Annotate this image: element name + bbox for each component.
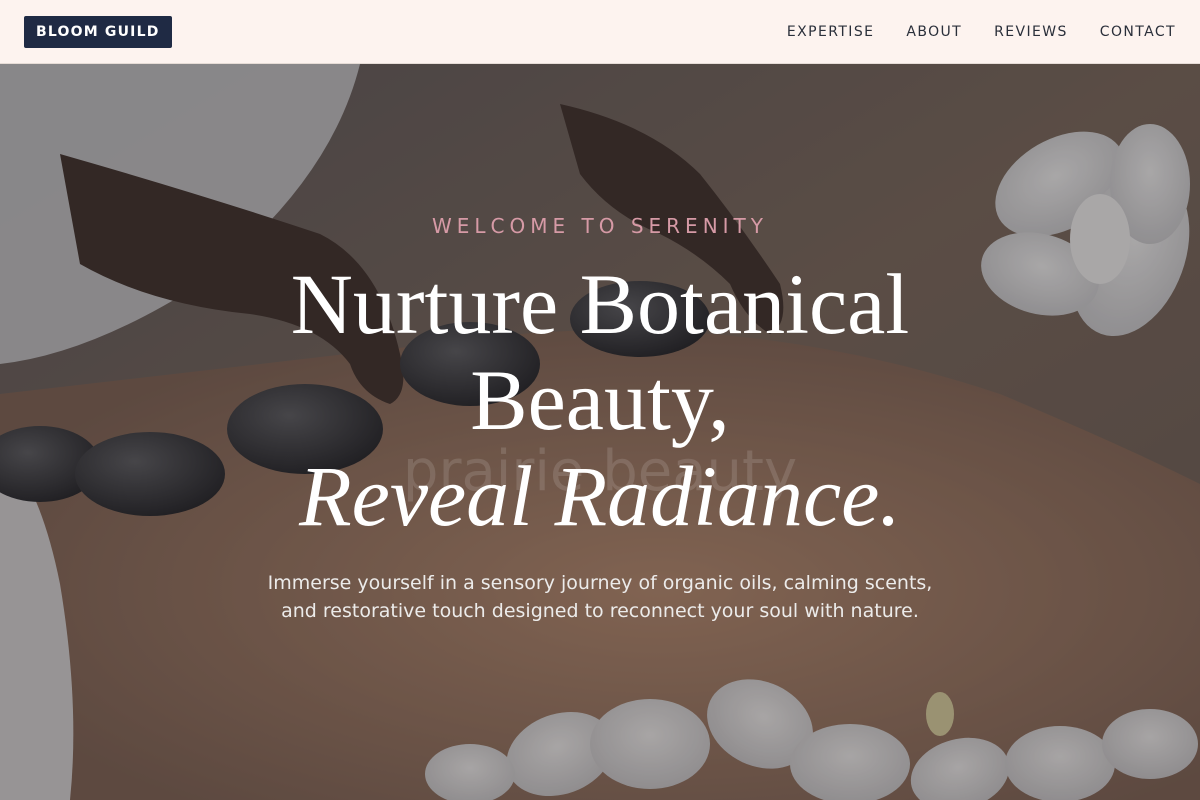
hero-eyebrow: WELCOME TO SERENITY	[432, 214, 768, 238]
hero-description: Immerse yourself in a sensory journey of…	[267, 572, 933, 622]
nav-link-about[interactable]: ABOUT	[906, 24, 962, 40]
headline-line-2: Beauty,	[470, 352, 730, 448]
nav-link-contact[interactable]: CONTACT	[1100, 24, 1176, 40]
nav-link-expertise[interactable]: EXPERTISE	[787, 24, 874, 40]
hero-section: prairie beauty WELCOME TO SERENITY Nurtu…	[0, 64, 1200, 800]
hero-headline: Nurture Botanical Beauty, Reveal Radianc…	[0, 256, 1200, 544]
nav-link-reviews[interactable]: REVIEWS	[994, 24, 1068, 40]
headline-line-1: Nurture Botanical	[290, 256, 910, 352]
main-nav: EXPERTISE ABOUT REVIEWS CONTACT	[787, 0, 1176, 64]
site-header: BLOOM GUILD EXPERTISE ABOUT REVIEWS CONT…	[0, 0, 1200, 64]
headline-line-3: Reveal Radiance.	[299, 448, 901, 544]
brand-logo[interactable]: BLOOM GUILD	[24, 16, 172, 48]
